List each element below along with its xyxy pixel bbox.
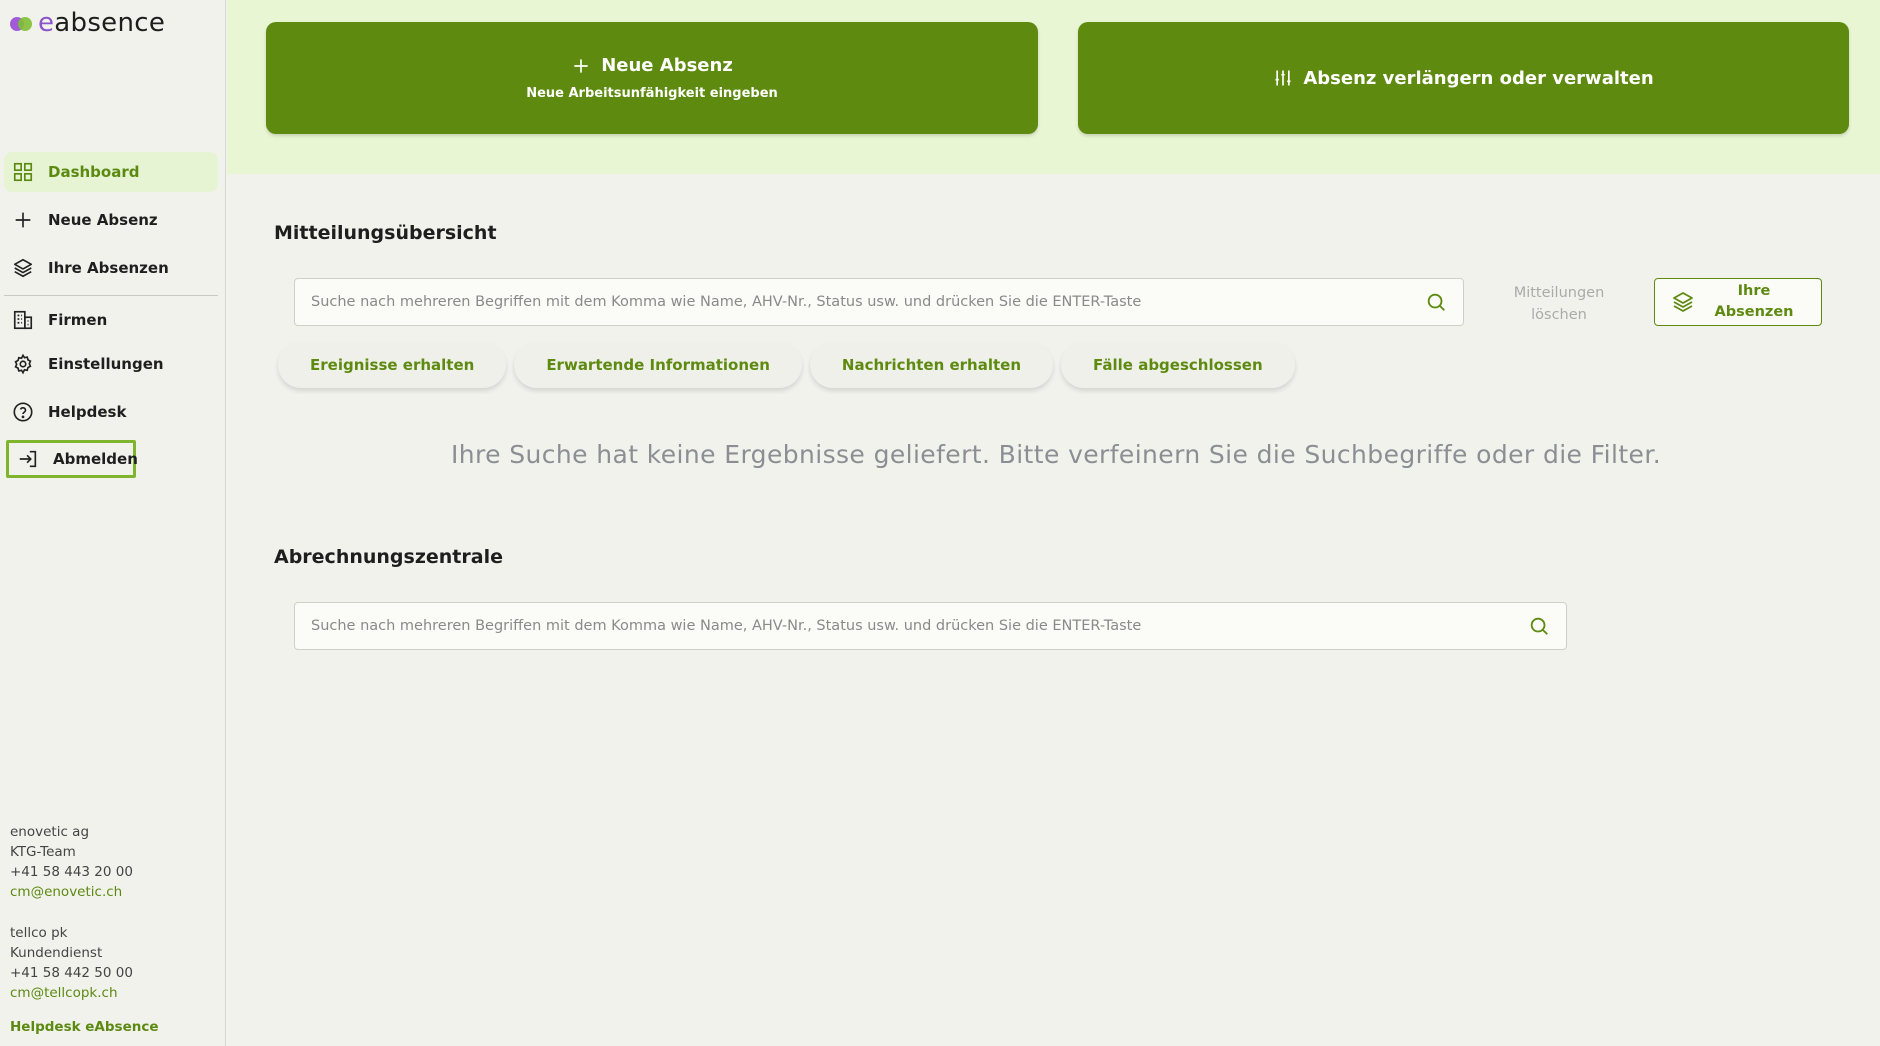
helpdesk-link[interactable]: Helpdesk eAbsence xyxy=(10,1017,159,1037)
logo-icon xyxy=(10,15,32,31)
sidebar-item-label: Einstellungen xyxy=(48,355,164,373)
sidebar-item-companies[interactable]: Firmen xyxy=(4,300,218,340)
sidebar-item-label: Abmelden xyxy=(53,450,138,468)
contact-team: KTG-Team xyxy=(10,844,76,860)
sliders-icon xyxy=(1275,70,1291,86)
search-icon[interactable] xyxy=(1425,291,1447,313)
messages-search-field[interactable] xyxy=(294,278,1464,326)
manage-absence-button[interactable]: Absenz verlängern oder verwalten xyxy=(1078,22,1849,134)
sidebar-item-your-absences[interactable]: Ihre Absenzen xyxy=(4,248,218,288)
sidebar-item-label: Firmen xyxy=(48,311,108,329)
contact-phone: +41 58 442 50 00 xyxy=(10,965,133,981)
contact-email-link[interactable]: cm@tellcopk.ch xyxy=(10,983,159,1003)
sidebar-item-settings[interactable]: Einstellungen xyxy=(4,344,218,384)
your-absences-button[interactable]: Ihre Absenzen xyxy=(1654,278,1822,326)
sidebar: eabsence Dashboard Neue Absenz Ihre Abse… xyxy=(0,0,226,1046)
building-icon xyxy=(13,310,33,330)
contact-company: tellco pk xyxy=(10,925,68,941)
contact-email-link[interactable]: cm@enovetic.ch xyxy=(10,882,159,902)
contact-info: enovetic ag KTG-Team +41 58 443 20 00 cm… xyxy=(10,822,159,1037)
sidebar-item-new-absence[interactable]: Neue Absenz xyxy=(4,200,218,240)
sidebar-item-logout[interactable]: Abmelden xyxy=(6,440,138,478)
billing-search-field[interactable] xyxy=(294,602,1567,650)
billing-search-input[interactable] xyxy=(311,618,1528,634)
search-icon[interactable] xyxy=(1528,615,1550,637)
logo[interactable]: eabsence xyxy=(10,8,165,38)
plus-icon xyxy=(15,212,31,228)
messages-section-title: Mitteilungsübersicht xyxy=(274,222,497,244)
sidebar-item-dashboard[interactable]: Dashboard xyxy=(4,152,218,192)
contact-company: enovetic ag xyxy=(10,824,90,840)
sidebar-item-label: Ihre Absenzen xyxy=(48,259,169,277)
empty-results-message: Ihre Suche hat keine Ergebnisse geliefer… xyxy=(450,440,1662,469)
filter-chip-messages-received[interactable]: Nachrichten erhalten xyxy=(809,342,1054,388)
sidebar-item-label: Neue Absenz xyxy=(48,211,158,229)
filter-chip-events-received[interactable]: Ereignisse erhalten xyxy=(278,342,507,388)
logo-text: eabsence xyxy=(38,8,166,38)
sidebar-item-label: Helpdesk xyxy=(48,403,127,421)
new-absence-button[interactable]: Neue Absenz Neue Arbeitsunfähigkeit eing… xyxy=(266,22,1038,134)
help-circle-icon xyxy=(13,402,33,422)
sidebar-divider xyxy=(4,295,218,296)
messages-search-input[interactable] xyxy=(311,294,1425,310)
contact-team: Kundendienst xyxy=(10,945,103,961)
plus-icon xyxy=(574,58,588,73)
delete-messages-button[interactable]: Mitteilungen löschen xyxy=(1494,282,1624,328)
gear-icon xyxy=(14,353,32,375)
message-filter-chips: Ereignisse erhalten Erwartende Informati… xyxy=(278,342,1295,388)
sidebar-item-label: Dashboard xyxy=(48,163,140,181)
filter-chip-expected-info[interactable]: Erwartende Informationen xyxy=(514,342,802,388)
billing-section-title: Abrechnungszentrale xyxy=(274,546,503,568)
layers-icon xyxy=(13,258,33,278)
contact-phone: +41 58 443 20 00 xyxy=(10,864,133,880)
app-root: eabsence Dashboard Neue Absenz Ihre Abse… xyxy=(0,0,1880,1046)
new-absence-title: Neue Absenz xyxy=(601,55,733,76)
manage-absence-title: Absenz verlängern oder verwalten xyxy=(1303,67,1654,89)
logout-icon xyxy=(19,450,37,468)
filter-chip-cases-closed[interactable]: Fälle abgeschlossen xyxy=(1061,342,1295,388)
dashboard-grid-icon xyxy=(13,162,33,182)
layers-icon xyxy=(1673,292,1693,312)
new-absence-subtitle: Neue Arbeitsunfähigkeit eingeben xyxy=(526,86,778,101)
sidebar-item-helpdesk[interactable]: Helpdesk xyxy=(4,392,218,432)
